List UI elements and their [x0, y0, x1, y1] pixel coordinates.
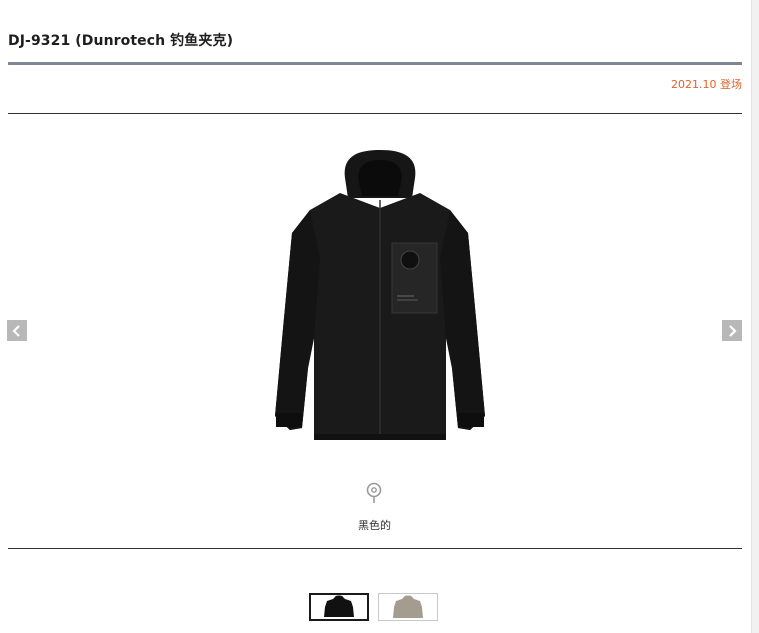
product-title: DJ-9321 (Dunrotech 钓鱼夹克): [8, 33, 234, 49]
chevron-right-icon: [729, 324, 737, 337]
chevron-left-icon: [12, 324, 20, 337]
swatch-grey-thumbnail[interactable]: [378, 593, 438, 621]
gallery-next-button[interactable]: [722, 320, 742, 341]
gallery-divider: [8, 548, 742, 549]
selected-color-label: 黑色的: [358, 519, 391, 532]
title-divider: [8, 62, 742, 65]
header-divider: [8, 113, 742, 114]
product-main-image[interactable]: [240, 138, 520, 468]
gallery-prev-button[interactable]: [7, 320, 27, 341]
release-date: 2021.10 登场: [671, 78, 742, 91]
swatch-black-thumbnail[interactable]: [309, 593, 369, 621]
page-scrollbar[interactable]: [751, 0, 759, 633]
zoom-pin-icon[interactable]: [365, 482, 383, 504]
